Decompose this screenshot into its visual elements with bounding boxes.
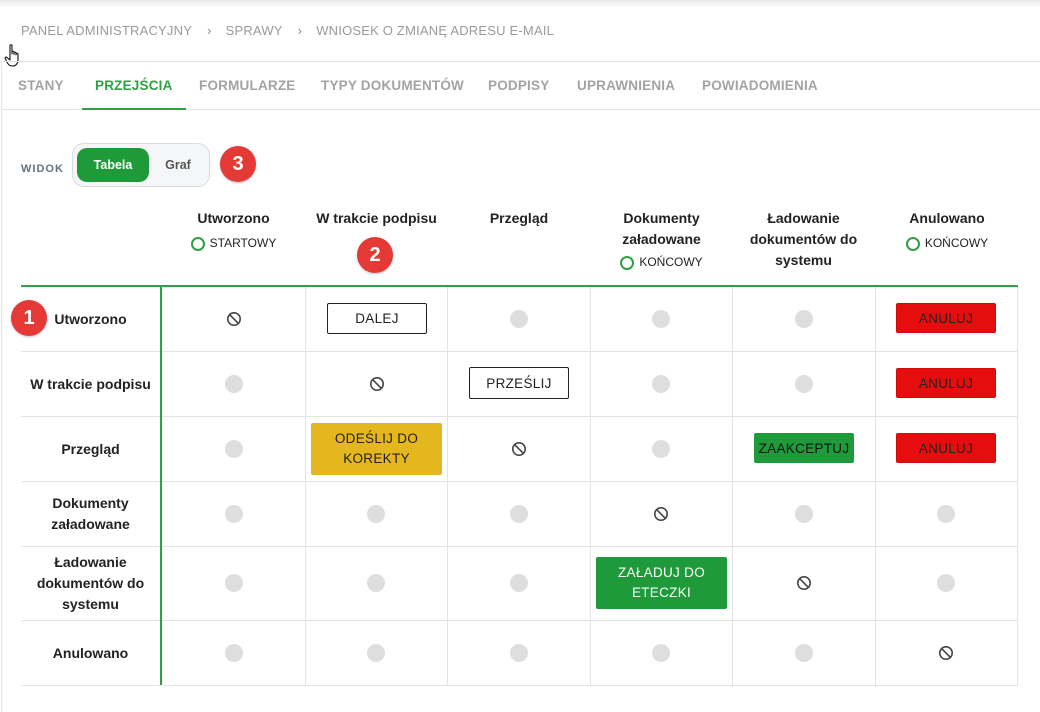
transition-button-next[interactable]: DALEJ bbox=[327, 303, 427, 334]
empty-cell-dot bbox=[652, 375, 670, 393]
empty-cell-dot bbox=[367, 505, 385, 523]
no-entry-icon bbox=[227, 312, 241, 326]
top-shadow bbox=[0, 0, 1040, 8]
column-divider bbox=[305, 287, 306, 685]
annotation-badge-3: 3 bbox=[220, 146, 256, 182]
state-tag-label: KOŃCOWY bbox=[924, 236, 989, 250]
empty-cell-dot bbox=[225, 440, 243, 458]
no-entry-icon bbox=[370, 377, 384, 391]
breadcrumb-cases[interactable]: SPRAWY bbox=[226, 23, 283, 38]
state-tag-label: KOŃCOWY bbox=[639, 255, 703, 269]
breadcrumb: PANEL ADMINISTRACYJNY › SPRAWY › WNIOSEK… bbox=[21, 22, 554, 38]
row-header-signing: W trakcie podpisu bbox=[30, 375, 151, 392]
row-header-divider bbox=[160, 287, 162, 685]
transition-button-cancel[interactable]: ANULUJ bbox=[896, 303, 996, 333]
empty-cell-dot bbox=[225, 375, 243, 393]
tab-signatures[interactable]: PODPISY bbox=[488, 62, 549, 110]
column-header-review: Przegląd bbox=[448, 208, 590, 229]
empty-cell-dot bbox=[937, 505, 955, 523]
empty-cell-dot bbox=[652, 644, 670, 662]
view-option-table[interactable]: Tabela bbox=[77, 148, 149, 182]
empty-cell-dot bbox=[225, 505, 243, 523]
row-divider bbox=[21, 546, 1018, 547]
row-divider bbox=[21, 481, 1018, 482]
column-divider bbox=[1017, 287, 1018, 685]
state-tag-end: KOŃCOWY bbox=[620, 252, 703, 273]
empty-cell-dot bbox=[795, 310, 813, 328]
column-header-label: Przegląd bbox=[489, 210, 549, 226]
empty-cell-dot bbox=[510, 644, 528, 662]
empty-cell-dot bbox=[510, 505, 528, 523]
transition-button-upload-to-folder[interactable]: ZAŁADUJ DO ETECZKI bbox=[596, 557, 727, 609]
transition-button-cancel[interactable]: ANULUJ bbox=[896, 368, 996, 398]
chevron-right-icon: › bbox=[297, 22, 303, 38]
column-header-label: Anulowano bbox=[909, 210, 985, 226]
tab-permissions[interactable]: UPRAWNIENIA bbox=[577, 62, 675, 110]
empty-cell-dot bbox=[795, 644, 813, 662]
row-header-review: Przegląd bbox=[61, 440, 120, 457]
no-entry-icon bbox=[797, 576, 811, 590]
column-header-created: Utworzono STARTOWY bbox=[162, 208, 305, 257]
row-header-loading-documents: Ładowanie dokumentów do systemu bbox=[36, 554, 145, 612]
empty-cell-dot bbox=[367, 644, 385, 662]
view-toggle: Tabela Graf bbox=[72, 143, 210, 187]
tab-notifications[interactable]: POWIADOMIENIA bbox=[702, 62, 818, 110]
annotation-badge-2: 2 bbox=[357, 237, 393, 273]
state-tag-end: KOŃCOWY bbox=[905, 233, 989, 254]
empty-cell-dot bbox=[225, 644, 243, 662]
chevron-right-icon: › bbox=[207, 22, 212, 38]
column-header-signing: W trakcie podpisu bbox=[305, 208, 448, 229]
content-left-border bbox=[1, 110, 2, 712]
column-divider bbox=[590, 287, 591, 685]
empty-cell-dot bbox=[652, 440, 670, 458]
view-label: WIDOK bbox=[21, 163, 64, 175]
column-header-label: Ładowanie dokumentów do systemu bbox=[749, 210, 858, 268]
empty-cell-dot bbox=[510, 574, 528, 592]
circle-icon bbox=[190, 236, 205, 251]
empty-cell-dot bbox=[652, 310, 670, 328]
column-header-cancelled: Anulowano KOŃCOWY bbox=[876, 208, 1018, 257]
empty-cell-dot bbox=[367, 574, 385, 592]
row-divider bbox=[21, 685, 1018, 686]
empty-cell-dot bbox=[795, 505, 813, 523]
row-divider bbox=[21, 620, 1018, 621]
column-header-label: Utworzono bbox=[197, 210, 270, 226]
column-header-label: W trakcie podpisu bbox=[316, 210, 437, 226]
row-divider bbox=[21, 351, 1018, 352]
empty-cell-dot bbox=[510, 310, 528, 328]
tab-states[interactable]: STANY bbox=[18, 62, 64, 110]
row-header-cancelled: Anulowano bbox=[52, 644, 129, 661]
row-header-documents-loaded: Dokumenty załadowane bbox=[51, 495, 130, 532]
row-header-created: Utworzono bbox=[54, 310, 127, 327]
empty-cell-dot bbox=[225, 574, 243, 592]
column-header-label: Dokumenty załadowane bbox=[622, 210, 701, 247]
transition-button-return-for-correction[interactable]: ODEŚLIJ DO KOREKTY bbox=[311, 423, 442, 475]
header-divider bbox=[21, 285, 1018, 287]
column-divider bbox=[875, 287, 876, 685]
no-entry-icon bbox=[654, 507, 668, 521]
transition-button-send[interactable]: PRZEŚLIJ bbox=[469, 367, 569, 399]
empty-cell-dot bbox=[937, 574, 955, 592]
column-header-loading-documents: Ładowanie dokumentów do systemu bbox=[743, 208, 864, 271]
transition-button-accept[interactable]: ZAAKCEPTUJ bbox=[754, 433, 854, 463]
view-option-graph[interactable]: Graf bbox=[149, 148, 207, 182]
no-entry-icon bbox=[512, 442, 526, 456]
circle-icon bbox=[905, 236, 920, 251]
column-divider bbox=[447, 287, 448, 685]
breadcrumb-admin-panel[interactable]: PANEL ADMINISTRACYJNY bbox=[21, 23, 192, 38]
tab-forms[interactable]: FORMULARZE bbox=[199, 62, 296, 110]
tab-transitions[interactable]: PRZEJŚCIA bbox=[82, 62, 186, 110]
circle-icon bbox=[620, 255, 635, 270]
state-tag-start: STARTOWY bbox=[190, 233, 277, 254]
transition-button-cancel[interactable]: ANULUJ bbox=[896, 433, 996, 463]
column-header-documents-loaded: Dokumenty załadowane KOŃCOWY bbox=[605, 208, 718, 276]
row-divider bbox=[21, 416, 1018, 417]
state-tag-label: STARTOWY bbox=[209, 236, 277, 250]
no-entry-icon bbox=[939, 646, 953, 660]
column-divider bbox=[732, 287, 733, 685]
empty-cell-dot bbox=[795, 375, 813, 393]
tab-document-types[interactable]: TYPY DOKUMENTÓW bbox=[321, 62, 464, 110]
tab-bar: STANY PRZEJŚCIA FORMULARZE TYPY DOKUMENT… bbox=[1, 61, 1040, 110]
breadcrumb-current: WNIOSEK O ZMIANĘ ADRESU E-MAIL bbox=[316, 22, 555, 38]
